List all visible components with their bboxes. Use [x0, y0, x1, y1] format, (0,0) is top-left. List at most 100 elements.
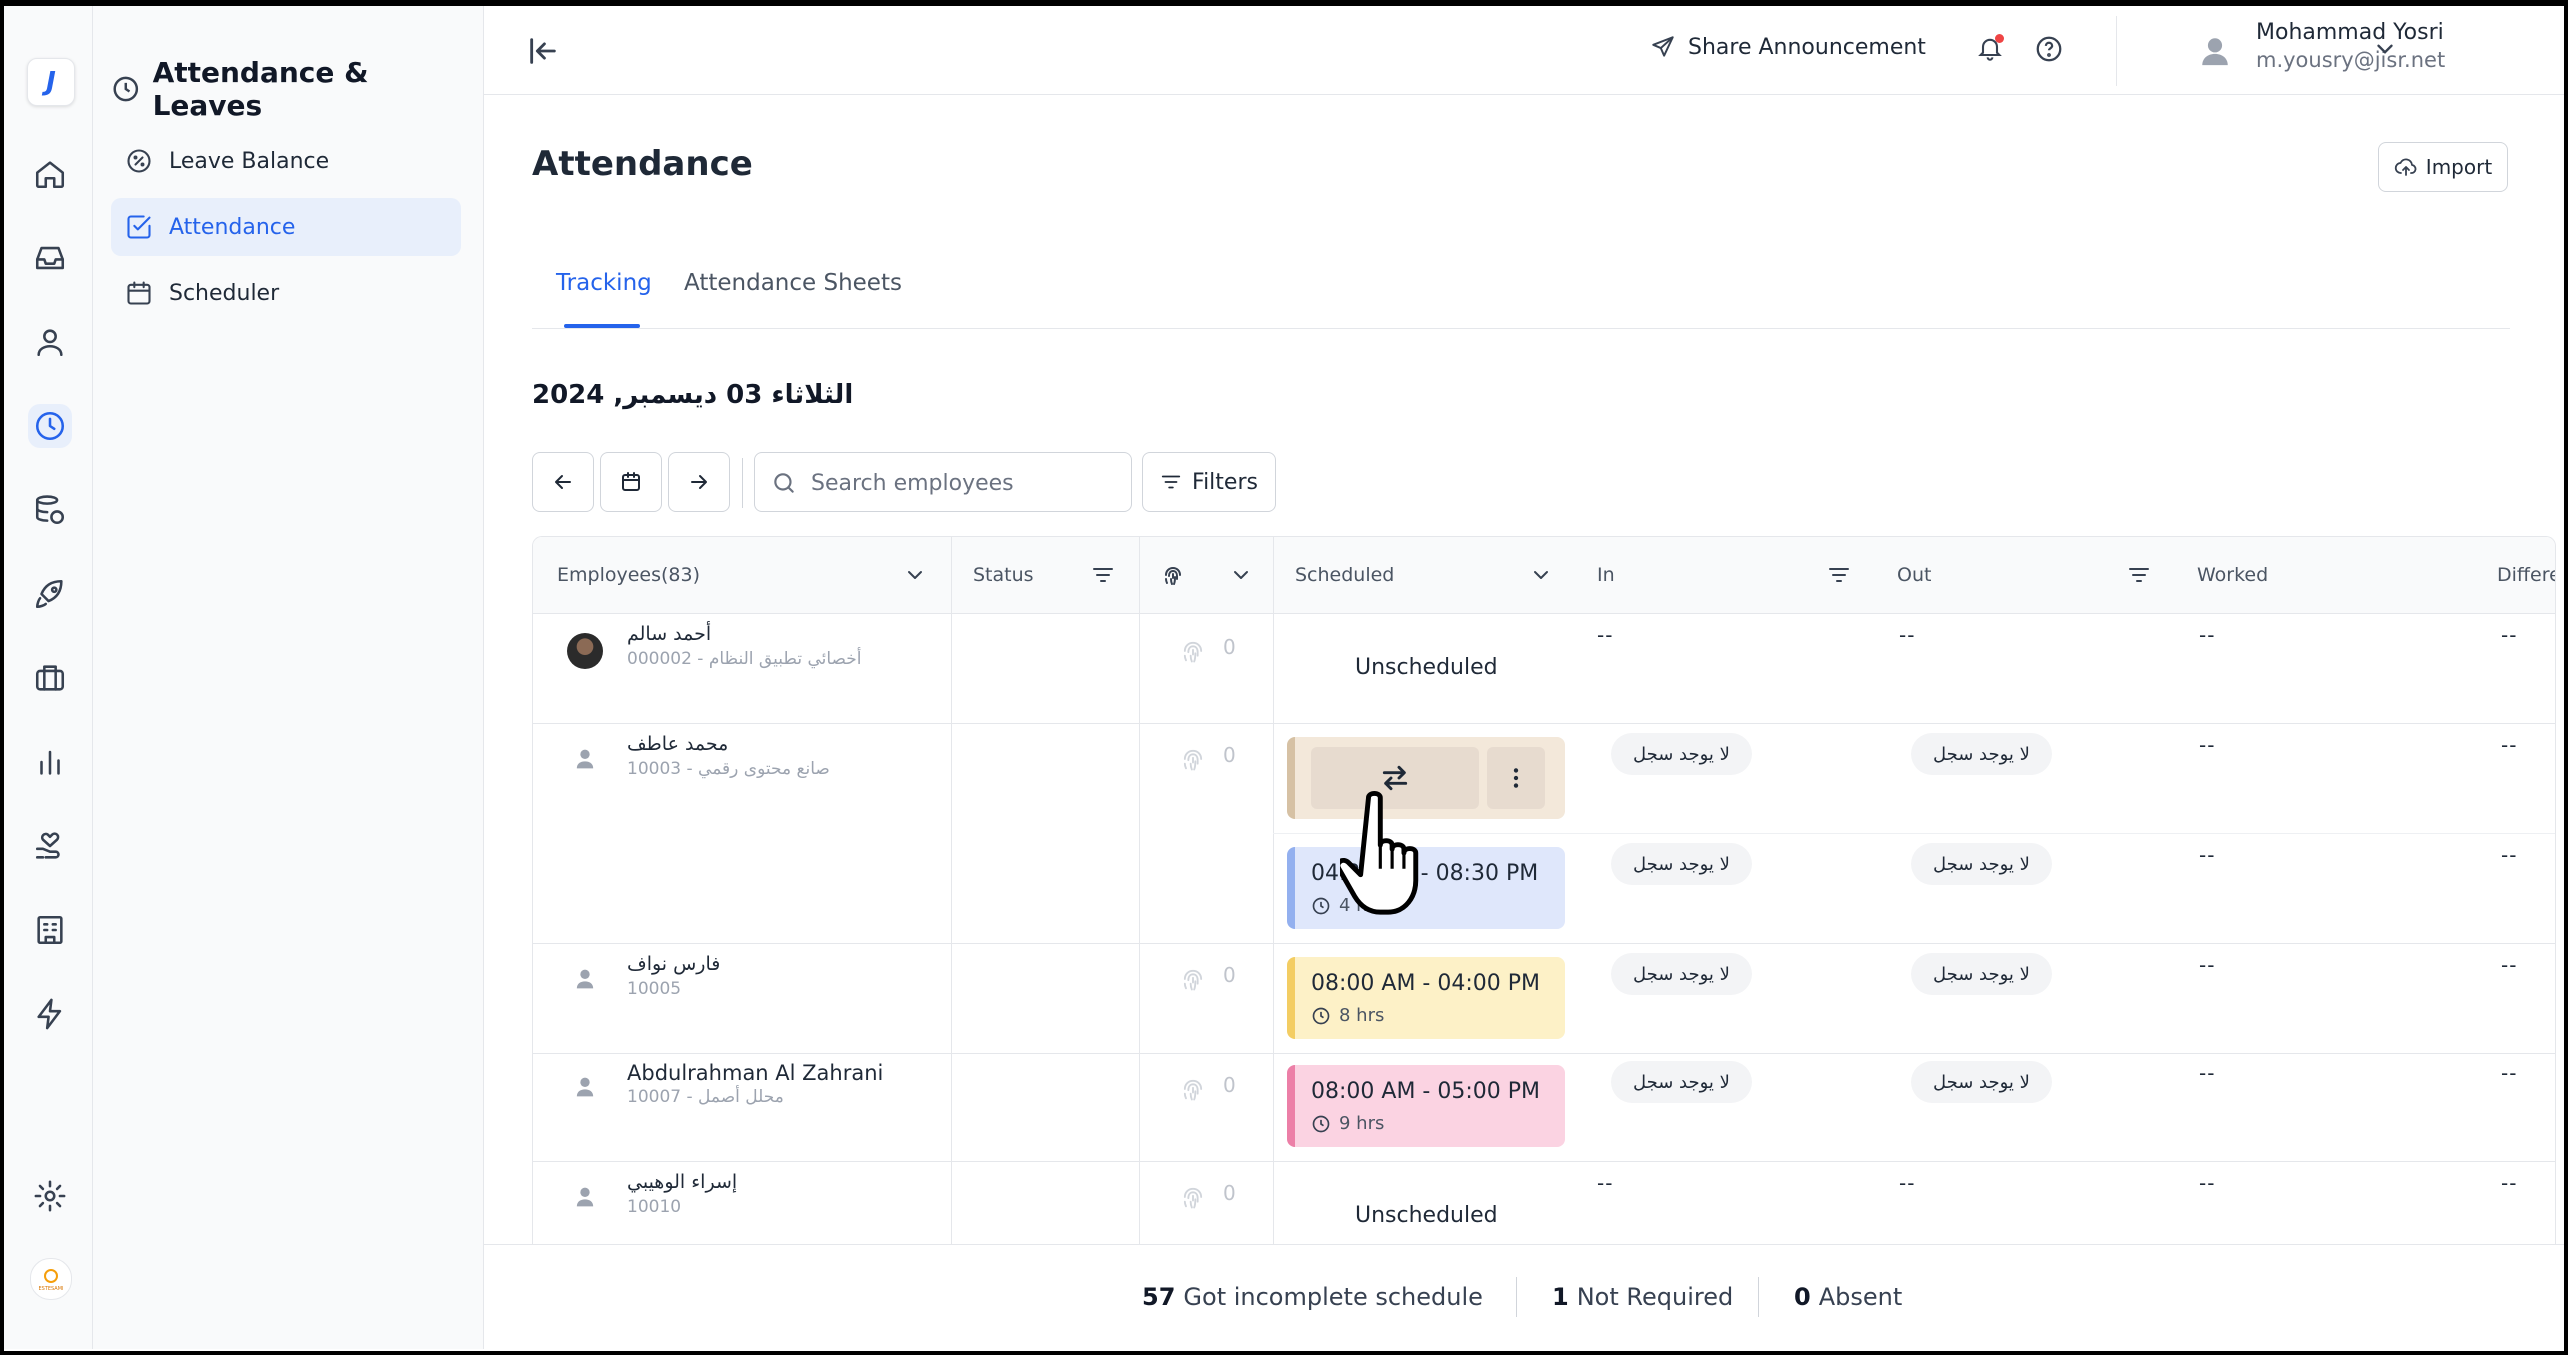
absent-label: Absent: [1818, 1283, 1903, 1311]
calendar-icon: [622, 472, 640, 491]
out-no-record-badge: لا يوجد سجل: [1911, 733, 2052, 775]
not-required-label: Not Required: [1576, 1283, 1734, 1311]
employee-name[interactable]: أحمد سالم: [627, 623, 711, 645]
incomplete-label: Got incomplete schedule: [1183, 1283, 1483, 1311]
tab-tracking[interactable]: Tracking: [556, 270, 652, 296]
column-divider: [951, 537, 952, 1245]
import-button[interactable]: Import: [2378, 142, 2508, 192]
column-header-worked: Worked: [2197, 564, 2269, 586]
shift-duration: 9 hrs: [1311, 1113, 1384, 1134]
building-icon[interactable]: [28, 908, 72, 952]
punch-count: 0: [1223, 1181, 1236, 1205]
company-logo[interactable]: ESTESAMI: [30, 1258, 72, 1300]
filters-button[interactable]: Filters: [1142, 452, 1276, 512]
sidebar-item-scheduler[interactable]: Scheduler: [111, 264, 461, 322]
employees-sort-button[interactable]: [903, 563, 929, 589]
employee-name[interactable]: فارس نواف: [627, 953, 720, 975]
filter-lines-icon: [1829, 568, 1849, 582]
arrow-right-icon: [691, 475, 707, 489]
employee-name[interactable]: محمد عاطف: [627, 733, 728, 755]
in-no-record-badge: لا يوجد سجل: [1611, 953, 1752, 995]
in-value: --: [1597, 1171, 1614, 1195]
top-bar: Share Announcement Mohammad Yosri m.yous…: [484, 6, 2564, 95]
user-avatar[interactable]: [2198, 34, 2232, 68]
collapse-sidebar-button[interactable]: [524, 32, 562, 70]
icon-rail: J ESTESAMI: [4, 6, 93, 1349]
worked-value: --: [2199, 1171, 2216, 1195]
user-name[interactable]: Mohammad Yosri: [2256, 20, 2444, 45]
out-no-record-badge: لا يوجد سجل: [1911, 953, 2052, 995]
clock-icon[interactable]: [28, 404, 72, 448]
shift-card[interactable]: 08:00 AM - 04:00 PM 8 hrs: [1287, 957, 1565, 1039]
not-required-count: 1: [1552, 1283, 1569, 1311]
user-icon[interactable]: [28, 320, 72, 364]
more-options-button[interactable]: [1487, 747, 1545, 809]
search-input[interactable]: [809, 453, 1123, 513]
avatar: [567, 1179, 603, 1215]
out-filter-button[interactable]: [2127, 563, 2153, 589]
rocket-icon[interactable]: [28, 572, 72, 616]
chart-icon[interactable]: [28, 740, 72, 784]
gear-icon[interactable]: [28, 1174, 72, 1218]
tab-attendance-sheets[interactable]: Attendance Sheets: [684, 270, 902, 296]
filter-lines-icon: [1161, 475, 1181, 489]
sidebar-item-label: Scheduler: [169, 280, 280, 306]
share-announcement-button[interactable]: Share Announcement: [1650, 34, 1926, 60]
sidebar-item-attendance[interactable]: Attendance: [111, 198, 461, 256]
row-divider: [533, 943, 2555, 944]
in-filter-button[interactable]: [1827, 563, 1853, 589]
not-required-stat[interactable]: 1 Not Required: [1552, 1283, 1733, 1311]
filter-lines-icon: [1093, 568, 1113, 582]
difference-value: --: [2501, 1171, 2518, 1195]
hand-heart-icon[interactable]: [28, 824, 72, 868]
difference-value: --: [2501, 953, 2518, 977]
punches-dropdown-button[interactable]: [1229, 563, 1255, 589]
help-button[interactable]: [2034, 34, 2064, 68]
lightning-icon[interactable]: [28, 992, 72, 1036]
incomplete-schedule-stat[interactable]: 57 Got incomplete schedule: [1142, 1283, 1483, 1311]
user-menu-chevron[interactable]: [2372, 36, 2398, 66]
employee-name[interactable]: Abdulrahman Al Zahrani: [627, 1061, 883, 1085]
briefcase-icon[interactable]: [28, 656, 72, 700]
sidebar-item-leave-balance[interactable]: Leave Balance: [111, 132, 461, 190]
date-heading: الثلاثاء 03 ديسمبر, 2024: [532, 380, 854, 410]
column-divider: [1139, 537, 1140, 1245]
in-no-record-badge: لا يوجد سجل: [1611, 843, 1752, 885]
in-value: --: [1597, 623, 1614, 647]
status-filter-button[interactable]: [1091, 563, 1117, 589]
module-sidebar: Attendance & Leaves Leave Balance Attend…: [93, 6, 484, 1349]
absent-stat[interactable]: 0 Absent: [1794, 1283, 1902, 1311]
person-icon: [2202, 38, 2228, 66]
chevron-down-icon: [1234, 571, 1248, 579]
tab-bar: Tracking Attendance Sheets: [532, 262, 2510, 329]
employee-id: 10010: [627, 1197, 682, 1217]
search-employees-field[interactable]: [754, 452, 1132, 513]
shift-time: 08:00 AM - 05:00 PM: [1311, 1079, 1540, 1104]
more-vertical-icon: [1513, 768, 1519, 788]
app-logo[interactable]: J: [27, 58, 75, 106]
chevron-down-icon: [1534, 571, 1548, 579]
clock-icon: [1312, 1115, 1330, 1132]
unscheduled-label: Unscheduled: [1355, 655, 1498, 680]
employee-name[interactable]: إسراء الوهيبي: [627, 1171, 737, 1193]
scheduled-dropdown-button[interactable]: [1529, 563, 1555, 589]
inbox-icon[interactable]: [28, 236, 72, 280]
home-icon[interactable]: [28, 152, 72, 196]
column-header-employees[interactable]: Employees(83): [557, 537, 700, 613]
table-header: Employees(83) Status Scheduled In Out Wo…: [533, 537, 2555, 614]
fingerprint-icon: [1179, 637, 1207, 665]
worked-value: --: [2199, 953, 2216, 977]
calendar-button[interactable]: [600, 452, 662, 512]
previous-day-button[interactable]: [532, 452, 594, 512]
calendar-icon: [127, 281, 151, 305]
difference-value: --: [2501, 623, 2518, 647]
database-icon[interactable]: [28, 488, 72, 532]
avatar: [567, 633, 603, 669]
notifications-button[interactable]: [1976, 34, 2006, 64]
person-icon: [576, 749, 594, 769]
in-no-record-badge: لا يوجد سجل: [1611, 1061, 1752, 1103]
next-day-button[interactable]: [668, 452, 730, 512]
shift-card[interactable]: 08:00 AM - 05:00 PM 9 hrs: [1287, 1065, 1565, 1147]
column-header-scheduled: Scheduled: [1295, 564, 1395, 586]
summary-footer: 57 Got incomplete schedule 1 Not Require…: [484, 1244, 2564, 1350]
